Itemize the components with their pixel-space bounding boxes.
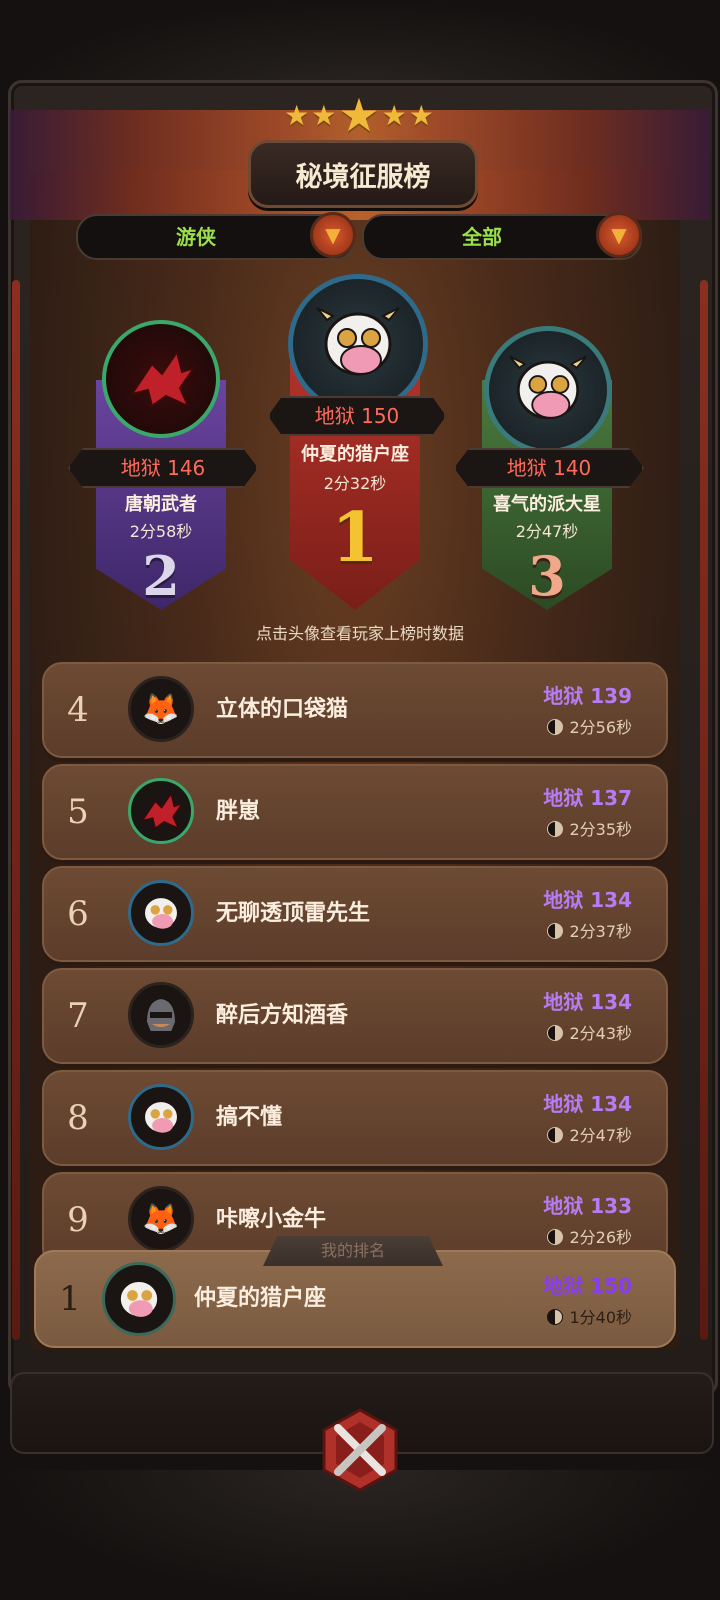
player-name: 搞不懂 — [216, 1105, 283, 1130]
rank-number: 8 — [67, 1098, 89, 1138]
podium-score: 地狱 140 — [454, 448, 644, 488]
clear-time: 2分35秒 — [547, 816, 632, 840]
podium-rank-number: 1 — [331, 498, 379, 578]
star-icon: ★ — [381, 99, 409, 132]
hint-text: 点击头像查看玩家上榜时数据 — [255, 624, 464, 643]
cow-goggles-icon[interactable] — [288, 274, 428, 414]
class-filter-label: 游侠 — [176, 225, 216, 249]
leaderboard-row[interactable]: 5 胖崽 地狱 137 2分35秒 — [42, 764, 668, 860]
score-value: 地狱 139 — [543, 684, 632, 708]
cow-goggles-icon[interactable] — [128, 880, 194, 946]
podium-time: 2分58秒 — [129, 522, 193, 541]
clock-icon — [547, 1229, 564, 1245]
clear-time: 2分43秒 — [547, 1020, 632, 1044]
fox-icon[interactable]: 🦊 — [128, 676, 194, 742]
star-icon: ★ — [311, 99, 339, 132]
my-rank-tab: 我的排名 — [263, 1236, 443, 1266]
class-filter-dropdown[interactable]: 游侠 ▼ — [76, 212, 356, 260]
podium-rank-number: 2 — [142, 544, 180, 608]
score-value: 地狱 134 — [543, 990, 632, 1014]
podium-player-name: 唐朝武者 — [125, 494, 197, 515]
left-rail — [12, 280, 20, 1340]
rank-number: 5 — [67, 792, 89, 832]
score-value: 地狱 133 — [543, 1194, 632, 1218]
clock-icon — [547, 719, 564, 735]
rank-number: 4 — [67, 690, 89, 730]
knight-helmet-icon[interactable] — [128, 982, 194, 1048]
podium-score: 地狱 150 — [268, 396, 446, 436]
podium-rank-number: 3 — [528, 544, 566, 608]
close-button[interactable] — [310, 1400, 410, 1500]
rank-number: 7 — [67, 996, 89, 1036]
leaderboard-row[interactable]: 7 醉后方知酒香 地狱 134 2分43秒 — [42, 968, 668, 1064]
cow-goggles-icon[interactable] — [484, 326, 612, 454]
my-score-value: 地狱 150 — [543, 1274, 632, 1298]
star-icon: ★ — [338, 88, 382, 142]
clock-icon — [547, 1025, 564, 1041]
clear-time: 2分26秒 — [547, 1224, 632, 1248]
rank-number: 6 — [67, 894, 89, 934]
player-name: 胖崽 — [216, 799, 261, 824]
my-player-name: 仲夏的猎户座 — [194, 1286, 327, 1311]
podium-player-name: 喜气的派大星 — [493, 494, 601, 515]
podium-score: 地狱 146 — [68, 448, 258, 488]
chevron-down-icon[interactable]: ▼ — [596, 212, 642, 258]
leaderboard-row[interactable]: 8 搞不懂 地狱 134 2分47秒 — [42, 1070, 668, 1166]
clock-icon — [547, 1127, 564, 1143]
scope-filter-label: 全部 — [462, 225, 502, 249]
clock-icon — [547, 923, 564, 939]
leaderboard-row[interactable]: 6 无聊透顶雷先生 地狱 134 2分37秒 — [42, 866, 668, 962]
clock-icon — [547, 821, 564, 837]
my-rank-number: 1 — [59, 1279, 81, 1319]
clear-time: 2分37秒 — [547, 918, 632, 942]
score-value: 地狱 134 — [543, 1092, 632, 1116]
red-dragon-icon[interactable] — [102, 320, 220, 438]
podium-player-name: 仲夏的猎户座 — [301, 444, 409, 465]
podium-time: 2分47秒 — [515, 522, 579, 541]
player-name: 无聊透顶雷先生 — [216, 901, 371, 926]
chevron-down-icon[interactable]: ▼ — [310, 212, 356, 258]
clear-time: 2分47秒 — [547, 1122, 632, 1146]
fox-icon[interactable]: 🦊 — [128, 1186, 194, 1252]
clock-icon — [547, 1309, 564, 1325]
player-name: 立体的口袋猫 — [216, 697, 349, 722]
close-crossed-swords-icon[interactable] — [314, 1404, 406, 1496]
cow-goggles-icon[interactable] — [128, 1084, 194, 1150]
right-rail — [700, 280, 708, 1340]
red-dragon-icon[interactable] — [128, 778, 194, 844]
leaderboard-row[interactable]: 4 🦊 立体的口袋猫 地狱 139 2分56秒 — [42, 662, 668, 758]
star-icon: ★ — [408, 99, 436, 132]
cow-goggles-icon[interactable] — [102, 1262, 176, 1336]
my-clear-time: 1分40秒 — [547, 1304, 632, 1328]
star-icon: ★ — [284, 99, 312, 132]
player-name: 醉后方知酒香 — [216, 1003, 349, 1028]
clear-time: 2分56秒 — [547, 714, 632, 738]
scope-filter-dropdown[interactable]: 全部 ▼ — [362, 212, 642, 260]
page-title: 秘境征服榜 — [248, 140, 478, 208]
podium-time: 2分32秒 — [323, 474, 387, 493]
score-value: 地狱 137 — [543, 786, 632, 810]
score-value: 地狱 134 — [543, 888, 632, 912]
rating-stars: ★★★★★ — [0, 88, 720, 142]
